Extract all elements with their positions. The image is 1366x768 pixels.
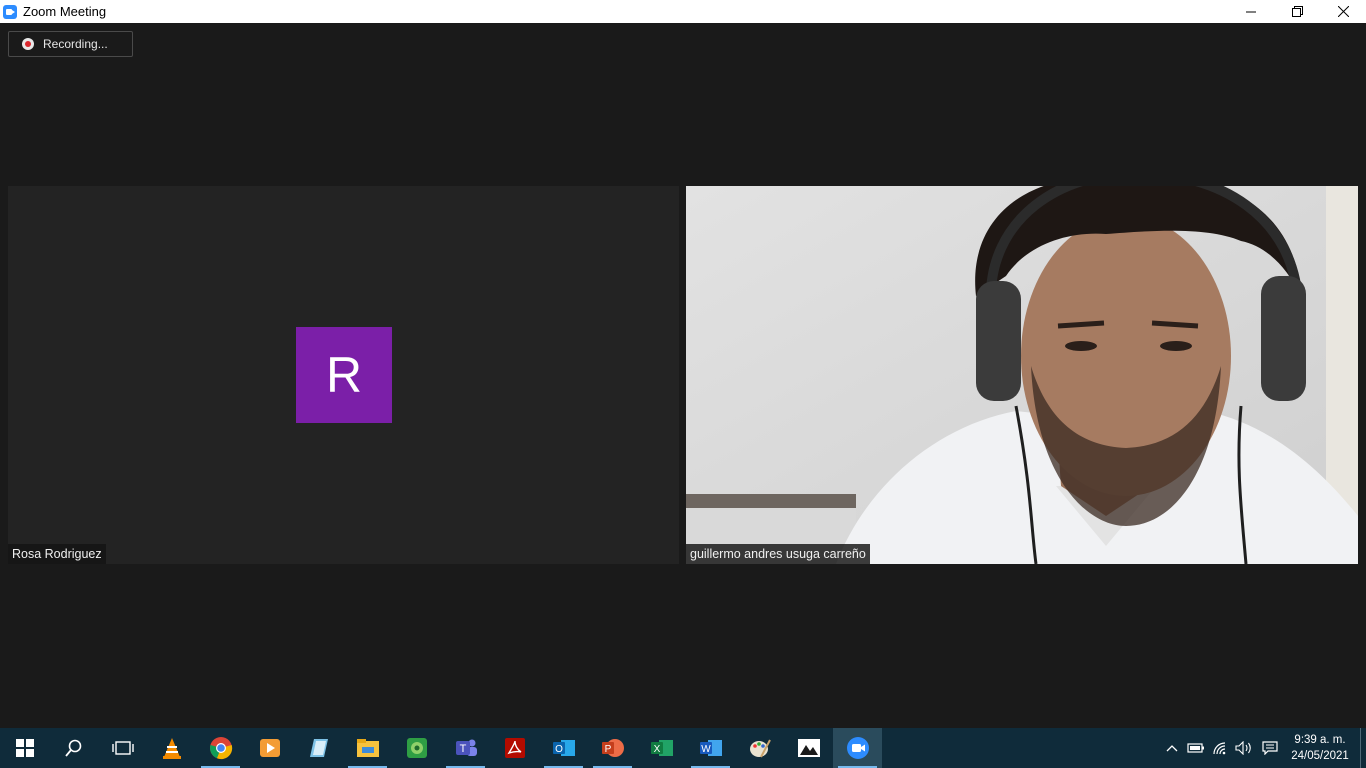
action-center-button[interactable] — [1256, 728, 1284, 768]
taskbar-app-greenshot[interactable] — [392, 728, 441, 768]
media-player-icon — [259, 739, 280, 757]
svg-text:X: X — [653, 744, 660, 755]
clock-time: 9:39 a. m. — [1294, 734, 1346, 746]
chevron-up-icon — [1166, 745, 1178, 752]
meeting-view: Recording... R Rosa Rodriguez guillermo … — [0, 23, 1366, 728]
window-titlebar: Zoom Meeting — [0, 0, 1366, 23]
participant-video-tile[interactable]: guillermo andres usuga carreño — [686, 186, 1358, 564]
close-icon — [1337, 6, 1349, 17]
svg-text:W: W — [701, 744, 711, 755]
search-icon — [64, 739, 81, 757]
participant-avatar: R — [296, 327, 392, 423]
excel-icon: X — [650, 740, 673, 756]
record-icon — [22, 38, 34, 50]
taskbar-app-word[interactable]: W — [686, 728, 735, 768]
zoom-app-icon — [3, 4, 17, 19]
word-icon: W — [699, 740, 722, 756]
minimize-button[interactable] — [1228, 0, 1274, 23]
participant-name: guillermo andres usuga carreño — [686, 544, 870, 564]
greenshot-icon — [406, 738, 427, 758]
recording-indicator[interactable]: Recording... — [8, 31, 133, 57]
show-desktop-button[interactable] — [1360, 728, 1366, 768]
powerpoint-icon: P — [601, 739, 624, 757]
notepad-icon — [309, 739, 328, 757]
task-view-icon — [111, 741, 134, 755]
participant-video — [686, 186, 1358, 564]
start-button[interactable] — [0, 728, 49, 768]
participant-tile[interactable]: R Rosa Rodriguez — [8, 186, 679, 564]
file-explorer-icon — [356, 739, 379, 757]
acrobat-icon — [504, 738, 525, 758]
restore-icon — [1291, 6, 1303, 17]
teams-icon: T — [455, 739, 477, 756]
svg-text:T: T — [459, 743, 466, 755]
volume-icon — [1235, 741, 1251, 755]
taskbar-app-paint[interactable] — [735, 728, 784, 768]
taskbar-app-explorer[interactable] — [343, 728, 392, 768]
window-title: Zoom Meeting — [23, 4, 107, 19]
task-view-button[interactable] — [98, 728, 147, 768]
participant-name: Rosa Rodriguez — [8, 544, 106, 564]
minimize-icon — [1246, 11, 1256, 12]
volume-button[interactable] — [1232, 728, 1256, 768]
battery-button[interactable] — [1184, 728, 1208, 768]
chrome-icon — [209, 737, 232, 760]
svg-text:O: O — [555, 744, 563, 755]
system-tray: 9:39 a. m. 24/05/2021 — [1160, 728, 1366, 768]
close-button[interactable] — [1320, 0, 1366, 23]
taskbar-app-powerpoint[interactable]: P — [588, 728, 637, 768]
taskbar-app-media[interactable] — [245, 728, 294, 768]
photos-icon — [797, 739, 820, 757]
taskbar-app-chrome[interactable] — [196, 728, 245, 768]
taskbar-app-photos[interactable] — [784, 728, 833, 768]
network-button[interactable] — [1208, 728, 1232, 768]
search-button[interactable] — [49, 728, 98, 768]
restore-button[interactable] — [1274, 0, 1320, 23]
wifi-icon — [1213, 742, 1226, 755]
clock-date: 24/05/2021 — [1291, 750, 1349, 762]
notifications-icon — [1262, 741, 1278, 755]
taskbar-app-outlook[interactable]: O — [539, 728, 588, 768]
taskbar-clock[interactable]: 9:39 a. m. 24/05/2021 — [1284, 732, 1356, 764]
taskbar-app-zoom[interactable] — [833, 728, 882, 768]
recording-label: Recording... — [43, 37, 108, 51]
svg-text:P: P — [604, 744, 611, 755]
vlc-icon — [162, 738, 181, 759]
taskbar-app-excel[interactable]: X — [637, 728, 686, 768]
battery-icon — [1187, 743, 1204, 753]
outlook-icon: O — [552, 740, 575, 756]
taskbar-app-vlc[interactable] — [147, 728, 196, 768]
taskbar-app-acrobat[interactable] — [490, 728, 539, 768]
zoom-icon — [846, 737, 869, 759]
windows-taskbar: T O P X W 9:39 a. m. 24/05/2021 — [0, 728, 1366, 768]
taskbar-app-teams[interactable]: T — [441, 728, 490, 768]
paint-icon — [749, 739, 771, 758]
taskbar-app-notepad[interactable] — [294, 728, 343, 768]
show-hidden-icons-button[interactable] — [1160, 728, 1184, 768]
window-controls — [1228, 0, 1366, 23]
windows-start-icon — [15, 739, 34, 757]
